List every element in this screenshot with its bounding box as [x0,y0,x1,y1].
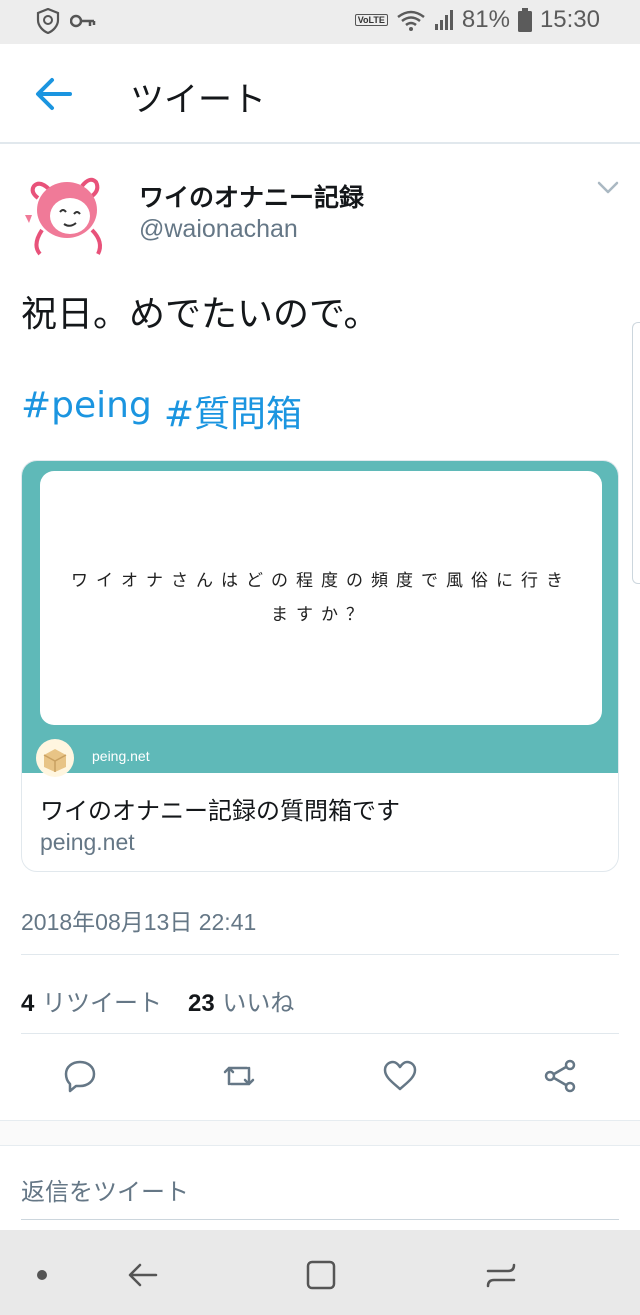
box-logo-icon [36,739,74,777]
divider [21,954,619,955]
hashtag-link[interactable]: #peing [21,385,152,437]
reply-icon[interactable] [62,1058,98,1094]
retweet-stat[interactable]: 4 リツイート [21,983,162,1018]
link-card[interactable]: ワイオナさんはどの程度の頻度で風俗に行きますか？ peing.net ワイのオナ… [21,460,619,872]
retweet-count: 4 [21,990,35,1017]
author-handle[interactable]: @waionachan [139,215,298,244]
home-icon[interactable] [304,1258,338,1292]
back-icon[interactable] [126,1258,160,1292]
card-question-box: ワイオナさんはどの程度の頻度で風俗に行きますか？ [40,471,602,725]
recents-icon[interactable] [484,1258,518,1292]
avatar[interactable] [20,170,110,260]
back-arrow-icon[interactable] [34,76,74,112]
card-title: ワイのオナニー記録の質問箱です [40,797,400,825]
dot-icon[interactable] [25,1258,59,1292]
hashtags: #peing #質問箱 [21,385,302,437]
clock: 15:30 [539,6,600,33]
share-icon[interactable] [542,1058,578,1094]
edge-panel-handle[interactable] [632,322,640,584]
key-icon [70,14,96,28]
card-image: ワイオナさんはどの程度の頻度で風俗に行きますか？ peing.net [22,461,618,777]
volte-badge: VoLTE [354,14,388,26]
signal-icon [434,10,453,30]
reply-input[interactable]: 返信をツイート [21,1172,189,1207]
like-stat[interactable]: 23 いいね [188,983,294,1018]
tweet-text: 祝日。めでたいので。 [21,294,380,335]
card-domain: peing.net [40,829,135,855]
wifi-icon [397,10,425,31]
status-bar: VoLTE 81% 15:30 [0,0,640,44]
action-bar [0,1058,640,1098]
like-count: 23 [188,990,215,1017]
like-label: いいね [222,989,295,1017]
chevron-down-icon[interactable] [596,180,620,196]
divider [21,1033,619,1034]
tweet-timestamp: 2018年08月13日 22:41 [21,909,257,935]
shield-icon [36,8,60,34]
battery-percent: 81% [461,6,510,33]
system-nav-bar [0,1230,640,1315]
retweet-icon[interactable] [221,1058,257,1094]
tweet-stats: 4 リツイート 23 いいね [21,983,294,1018]
app-bar: ツイート [0,44,640,144]
battery-icon [517,8,532,32]
like-icon[interactable] [382,1058,418,1094]
reply-underline [21,1219,619,1220]
page-title: ツイート [130,80,266,120]
retweet-label: リツイート [42,989,162,1017]
card-question: ワイオナさんはどの程度の頻度で風俗に行きますか？ [71,571,571,625]
author-name[interactable]: ワイのオナニー記録 [139,178,364,214]
card-site-label: peing.net [92,748,150,764]
hashtag-link[interactable]: #質問箱 [164,385,302,437]
section-divider [0,1120,640,1146]
